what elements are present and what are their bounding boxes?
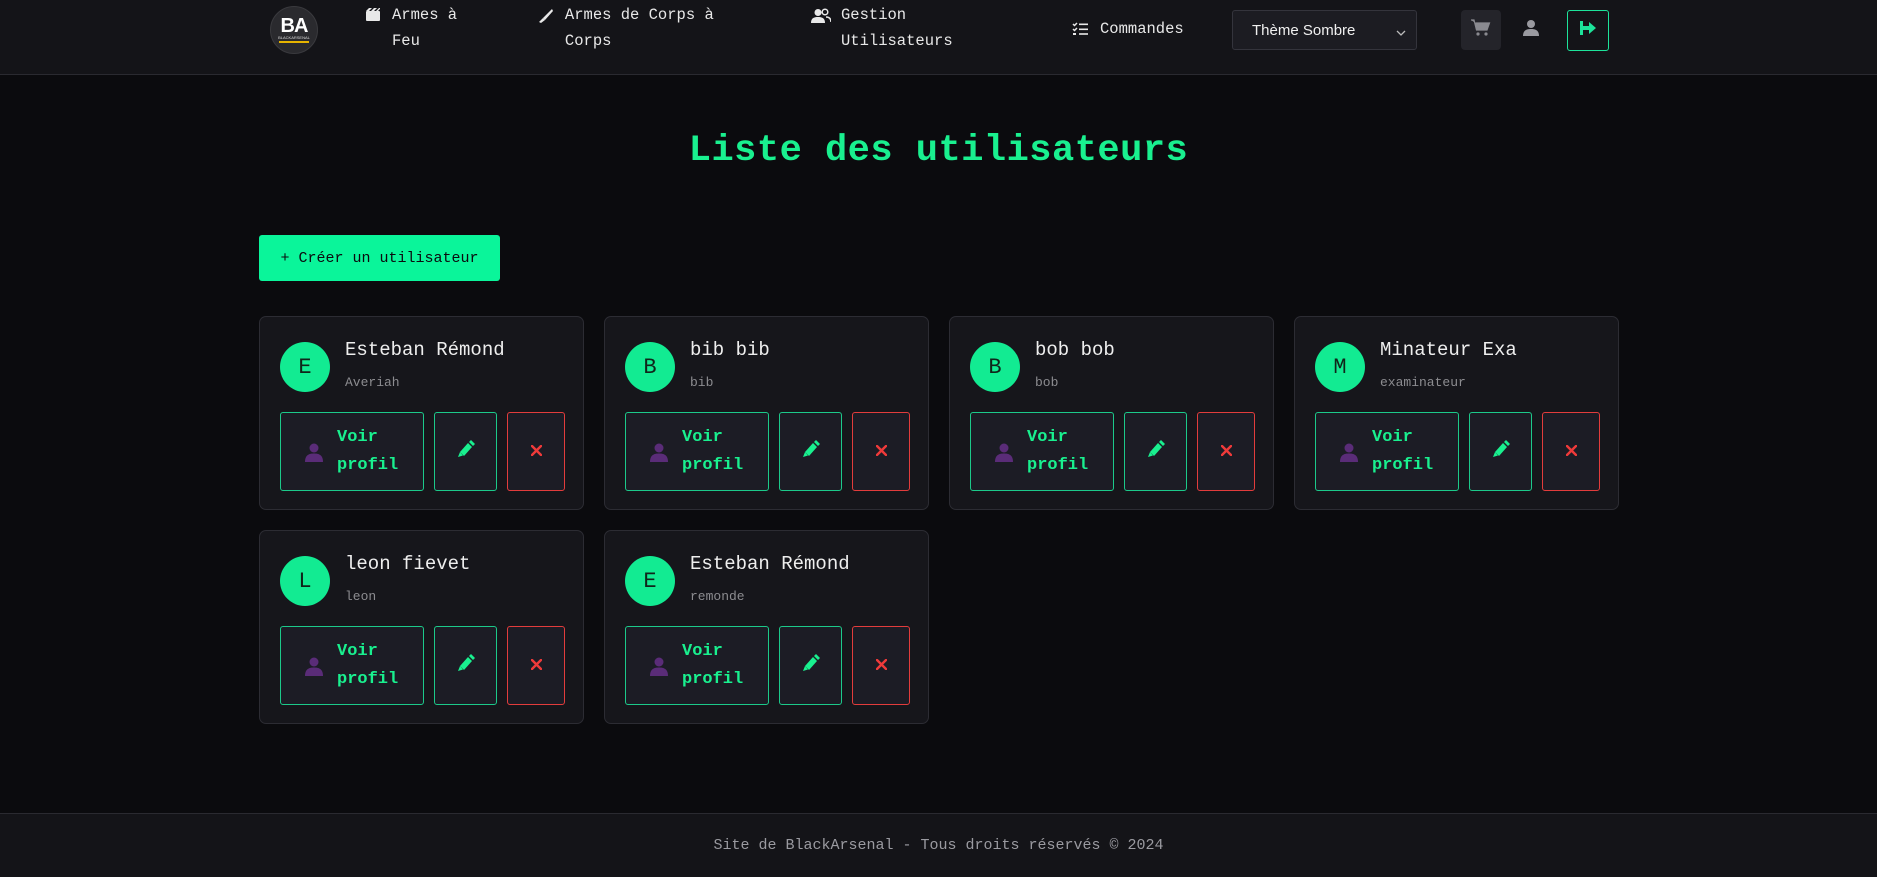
nav-item-users[interactable]: Gestion Utilisateurs bbox=[811, 2, 971, 54]
delete-user-button[interactable] bbox=[507, 412, 565, 491]
close-icon bbox=[1220, 443, 1232, 461]
view-profile-label: Voir profil bbox=[1027, 427, 1089, 475]
footer: Site de BlackArsenal - Tous droits réser… bbox=[0, 813, 1877, 877]
nav-item-label: Armes à Feu bbox=[391, 6, 458, 50]
user-profile-icon bbox=[305, 442, 323, 462]
navbar: BA BLACKARSENAL Armes à Feu Armes de Cor… bbox=[0, 0, 1877, 75]
logo-underline bbox=[279, 41, 309, 43]
avatar: M bbox=[1315, 342, 1365, 392]
logout-button[interactable] bbox=[1567, 10, 1609, 51]
edit-user-button[interactable] bbox=[434, 626, 497, 705]
checklist-icon bbox=[1070, 22, 1090, 36]
close-icon bbox=[530, 443, 542, 461]
close-icon bbox=[530, 657, 542, 675]
film-icon bbox=[364, 8, 382, 22]
view-profile-button[interactable]: Voir profil bbox=[280, 626, 424, 705]
delete-user-button[interactable] bbox=[852, 626, 910, 705]
users-icon bbox=[811, 8, 831, 24]
user-name: leon fievet bbox=[345, 553, 471, 575]
delete-user-button[interactable] bbox=[852, 412, 910, 491]
avatar: E bbox=[280, 342, 330, 392]
pencil-icon bbox=[456, 654, 476, 677]
user-profile-icon bbox=[650, 442, 668, 462]
close-icon bbox=[875, 657, 887, 675]
user-card: E Esteban Rémond Averiah Voir profil bbox=[259, 316, 584, 510]
create-user-button[interactable]: + Créer un utilisateur bbox=[259, 235, 500, 281]
nav-item-label: Gestion Utilisateurs bbox=[841, 6, 953, 50]
edit-user-button[interactable] bbox=[434, 412, 497, 491]
user-name: bib bib bbox=[690, 339, 770, 361]
footer-text: Site de BlackArsenal - Tous droits réser… bbox=[713, 837, 1164, 854]
view-profile-label: Voir profil bbox=[682, 427, 744, 475]
nav-item-label: Armes de Corps à Corps bbox=[564, 6, 714, 50]
edit-user-button[interactable] bbox=[1469, 412, 1532, 491]
edit-user-button[interactable] bbox=[1124, 412, 1187, 491]
avatar: L bbox=[280, 556, 330, 606]
view-profile-label: Voir profil bbox=[337, 641, 399, 689]
close-icon bbox=[875, 443, 887, 461]
user-card: L leon fievet leon Voir profil bbox=[259, 530, 584, 724]
nav-item-melee[interactable]: Armes de Corps à Corps bbox=[538, 2, 738, 54]
pencil-icon bbox=[801, 440, 821, 463]
edit-user-button[interactable] bbox=[779, 412, 842, 491]
pencil-icon bbox=[801, 654, 821, 677]
user-name: Minateur Exa bbox=[1380, 339, 1517, 361]
logout-icon bbox=[1579, 20, 1597, 41]
user-card: E Esteban Rémond remonde Voir profil bbox=[604, 530, 929, 724]
user-name: Esteban Rémond bbox=[690, 553, 850, 575]
cart-icon bbox=[1471, 18, 1491, 42]
view-profile-button[interactable]: Voir profil bbox=[625, 626, 769, 705]
delete-user-button[interactable] bbox=[1542, 412, 1600, 491]
pencil-icon bbox=[1491, 440, 1511, 463]
avatar: B bbox=[625, 342, 675, 392]
user-login: bib bbox=[690, 375, 714, 390]
pencil-icon bbox=[1146, 440, 1166, 463]
view-profile-label: Voir profil bbox=[337, 427, 399, 475]
nav-item-orders[interactable]: Commandes bbox=[1070, 16, 1210, 42]
page-title: Liste des utilisateurs bbox=[688, 130, 1189, 172]
user-profile-icon bbox=[1340, 442, 1358, 462]
user-profile-icon bbox=[650, 656, 668, 676]
user-name: bob bob bbox=[1035, 339, 1115, 361]
user-login: examinateur bbox=[1380, 375, 1466, 390]
user-login: Averiah bbox=[345, 375, 400, 390]
theme-select[interactable]: Thème Sombre bbox=[1232, 10, 1417, 50]
nav-item-firearms[interactable]: Armes à Feu bbox=[364, 2, 484, 54]
user-login: remonde bbox=[690, 589, 745, 604]
user-profile-icon bbox=[305, 656, 323, 676]
theme-select-value: Thème Sombre bbox=[1252, 21, 1356, 39]
user-card: B bob bob bob Voir profil bbox=[949, 316, 1274, 510]
user-card: B bib bib bib Voir profil bbox=[604, 316, 929, 510]
view-profile-button[interactable]: Voir profil bbox=[1315, 412, 1459, 491]
view-profile-button[interactable]: Voir profil bbox=[970, 412, 1114, 491]
edit-user-button[interactable] bbox=[779, 626, 842, 705]
logo[interactable]: BA BLACKARSENAL bbox=[270, 6, 318, 54]
cart-button[interactable] bbox=[1461, 10, 1501, 50]
user-login: leon bbox=[345, 589, 377, 604]
avatar: E bbox=[625, 556, 675, 606]
close-icon bbox=[1565, 443, 1577, 461]
chevron-down-icon bbox=[1396, 25, 1406, 42]
view-profile-label: Voir profil bbox=[682, 641, 744, 689]
user-card: M Minateur Exa examinateur Voir profil bbox=[1294, 316, 1619, 510]
view-profile-button[interactable]: Voir profil bbox=[280, 412, 424, 491]
user-icon bbox=[1523, 19, 1539, 41]
user-account-button[interactable] bbox=[1511, 10, 1551, 50]
user-name: Esteban Rémond bbox=[345, 339, 505, 361]
user-profile-icon bbox=[995, 442, 1013, 462]
delete-user-button[interactable] bbox=[1197, 412, 1255, 491]
delete-user-button[interactable] bbox=[507, 626, 565, 705]
logo-mark: BA bbox=[280, 15, 309, 37]
knife-icon bbox=[538, 8, 555, 24]
logo-subtitle: BLACKARSENAL bbox=[278, 35, 310, 40]
view-profile-label: Voir profil bbox=[1372, 427, 1434, 475]
user-login: bob bbox=[1035, 375, 1059, 390]
nav-item-label: Commandes bbox=[1100, 20, 1184, 38]
pencil-icon bbox=[456, 440, 476, 463]
view-profile-button[interactable]: Voir profil bbox=[625, 412, 769, 491]
avatar: B bbox=[970, 342, 1020, 392]
